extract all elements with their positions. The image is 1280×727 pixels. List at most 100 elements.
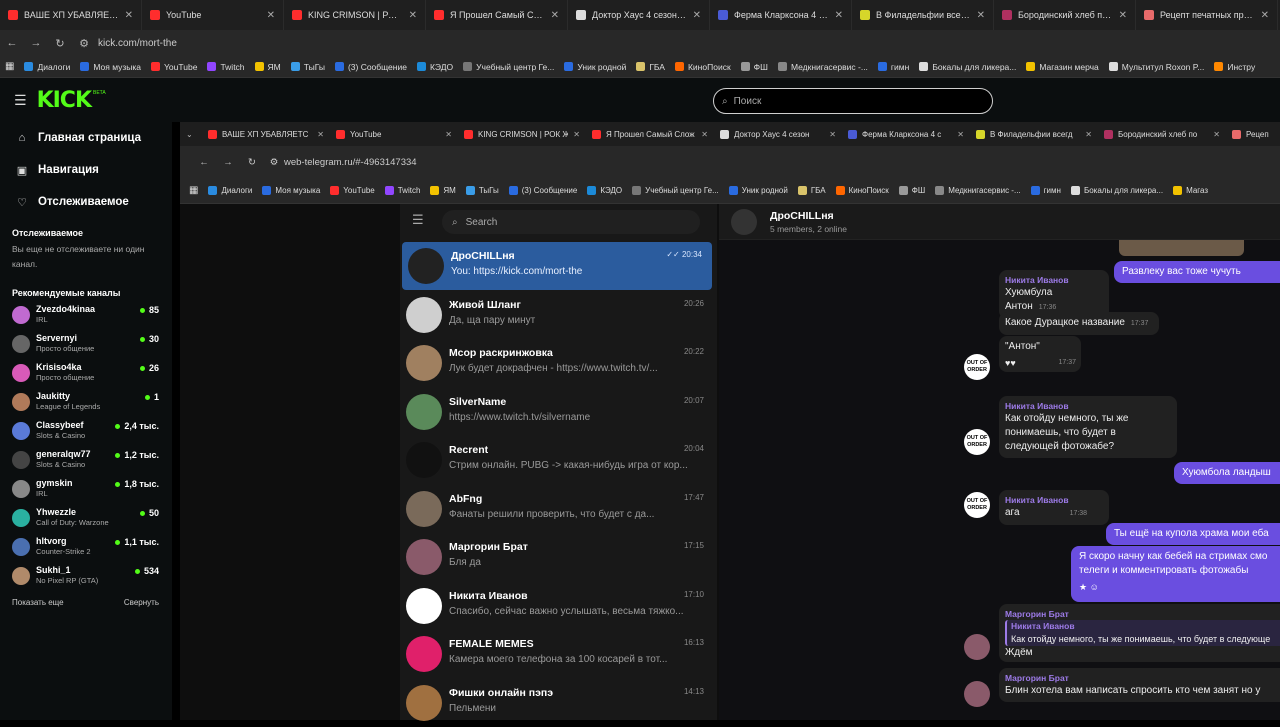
bookmark-item[interactable]: ФШ <box>894 186 930 195</box>
bookmark-item[interactable]: Диалоги <box>203 186 257 195</box>
chat-header[interactable]: ДроCHILLня 5 members, 2 online <box>719 204 1280 240</box>
browser-tab[interactable]: Доктор Хаус 4 сезон ✕ <box>714 122 842 146</box>
bookmark-item[interactable]: (3) Сообщение <box>330 62 412 72</box>
show-more-link[interactable]: Показать еще <box>12 598 64 607</box>
tab-close-icon[interactable]: ✕ <box>957 130 964 139</box>
sender-avatar[interactable] <box>964 634 990 660</box>
tab-close-icon[interactable]: ✕ <box>1213 130 1220 139</box>
browser-tab[interactable]: KING CRIMSON | РОК Ж ✕ <box>458 122 586 146</box>
address-bar[interactable]: kick.com/mort-the <box>98 38 177 49</box>
chat-list-item[interactable]: Маргорин Брат Бля да 17:15 <box>400 533 714 581</box>
chat-list-item[interactable]: Живой Шланг Да, ща пару минут 20:26 <box>400 291 714 339</box>
sender-avatar[interactable]: OUT OF ORDER <box>964 354 990 380</box>
recommended-channel[interactable]: hltvorg Counter-Strike 2 1,1 тыс. <box>0 532 172 561</box>
collapse-link[interactable]: Свернуть <box>124 598 159 607</box>
inner-site-info-icon[interactable]: ⚙ <box>264 157 284 168</box>
tab-close-icon[interactable]: ✕ <box>445 130 452 139</box>
incoming-message[interactable]: Маргорин Брат Никита Иванов Как отойду н… <box>999 604 1280 662</box>
tab-close-icon[interactable]: ✕ <box>1119 10 1127 21</box>
bookmark-item[interactable]: ФШ <box>736 62 773 72</box>
bookmark-item[interactable]: Диалоги <box>19 62 75 72</box>
chat-list-item[interactable]: AbFng Фанаты решили проверить, что будет … <box>400 485 714 533</box>
forward-icon[interactable]: → <box>24 37 48 49</box>
sidebar-nav-item[interactable]: ▣ Навигация <box>0 154 172 186</box>
tab-search-icon[interactable]: ⌄ <box>180 122 202 146</box>
recommended-channel[interactable]: gymskin IRL 1,8 тыс. <box>0 474 172 503</box>
chat-list-item[interactable]: Фишки онлайн пэпэ Пельмени 14:13 <box>400 679 714 727</box>
sender-avatar[interactable]: OUT OF ORDER <box>964 429 990 455</box>
tab-close-icon[interactable]: ✕ <box>1085 130 1092 139</box>
bookmark-item[interactable]: ТыГы <box>461 186 504 195</box>
bookmark-item[interactable]: ГБА <box>793 186 831 195</box>
tab-close-icon[interactable]: ✕ <box>1261 10 1269 21</box>
bookmark-item[interactable]: Медкнигасервис -... <box>773 62 873 72</box>
browser-tab[interactable]: YouTube ✕ <box>142 0 284 30</box>
inner-forward-icon[interactable]: → <box>216 157 240 168</box>
back-icon[interactable]: ← <box>0 37 24 49</box>
inner-address-bar[interactable]: web-telegram.ru/#-4963147334 <box>284 157 417 168</box>
recommended-channel[interactable]: generalqw77 Slots & Casino 1,2 тыс. <box>0 445 172 474</box>
chat-list-item[interactable]: Никита Иванов Спасибо, сейчас важно услыш… <box>400 582 714 630</box>
inner-apps-icon[interactable]: ▦ <box>180 185 203 196</box>
incoming-message[interactable]: Маргорин Брат Блин хотела вам написать с… <box>999 668 1280 702</box>
bookmark-item[interactable]: ТыГы <box>286 62 330 72</box>
incoming-message[interactable]: "Антон" ♥♥ 17:37 <box>999 336 1081 372</box>
recommended-channel[interactable]: Sukhi_1 No Pixel RP (GTA) 534 <box>0 561 172 590</box>
bookmark-item[interactable]: КиноПоиск <box>831 186 894 195</box>
chat-list-item[interactable]: Мсор раскринжовка Лук будет докрафчен - h… <box>400 339 714 387</box>
browser-tab[interactable]: В Филадельфии всегда с ✕ <box>852 0 994 30</box>
tab-close-icon[interactable]: ✕ <box>409 10 417 21</box>
browser-tab[interactable]: Ферма Кларксона 4 с ✕ <box>842 122 970 146</box>
sender-avatar[interactable] <box>964 681 990 707</box>
browser-tab[interactable]: В Филадельфии всегд ✕ <box>970 122 1098 146</box>
bookmark-item[interactable]: ЯМ <box>425 186 460 195</box>
bookmark-item[interactable]: Уник родной <box>724 186 793 195</box>
tab-close-icon[interactable]: ✕ <box>835 10 843 21</box>
outgoing-message[interactable]: Развлеку вас тоже чучуть <box>1114 261 1280 283</box>
recommended-channel[interactable]: Servernyi Просто общение 30 <box>0 329 172 358</box>
bookmark-item[interactable]: YouTube <box>325 186 379 195</box>
browser-tab[interactable]: ВАШЕ ХП УБАВЛЯЕТС ✕ <box>202 122 330 146</box>
sidebar-nav-item[interactable]: ♡ Отслеживаемое <box>0 186 172 218</box>
outgoing-message[interactable]: Ты ещё на купола храма мои еба <box>1106 523 1280 545</box>
bookmark-item[interactable]: Twitch <box>380 186 426 195</box>
bookmark-item[interactable]: Учебный центр Ге... <box>627 186 724 195</box>
bookmark-item[interactable]: YouTube <box>146 62 202 72</box>
bookmark-item[interactable]: (3) Сообщение <box>504 186 583 195</box>
inner-reload-icon[interactable]: ↻ <box>240 157 264 168</box>
bookmark-item[interactable]: КЭДО <box>412 62 458 72</box>
outgoing-message[interactable]: Хуюмбола ландыш <box>1174 462 1280 484</box>
browser-tab[interactable]: Доктор Хаус 4 сезон 13 ✕ <box>568 0 710 30</box>
bookmark-item[interactable]: Инстру <box>1209 62 1260 72</box>
recommended-channel[interactable]: Classybeef Slots & Casino 2,4 тыс. <box>0 416 172 445</box>
browser-tab[interactable]: KING CRIMSON | РОК Ж ✕ <box>284 0 426 30</box>
incoming-message[interactable]: Никита Иванов Как отойду немного, ты же … <box>999 396 1177 458</box>
browser-tab[interactable]: Я Прошел Самый Слож ✕ <box>586 122 714 146</box>
recommended-channel[interactable]: Zvezdo4kinaa IRL 85 <box>0 300 172 329</box>
tab-close-icon[interactable]: ✕ <box>573 130 580 139</box>
bookmark-item[interactable]: гимн <box>1026 186 1066 195</box>
bookmark-item[interactable]: Медкнигасервис -... <box>930 186 1025 195</box>
browser-tab[interactable]: Бородинский хлеб по ✕ <box>1098 122 1226 146</box>
bookmark-item[interactable]: Бокалы для ликера... <box>914 62 1021 72</box>
incoming-message[interactable]: Никита Иванов ага 17:38 <box>999 490 1109 525</box>
telegram-search-input[interactable]: ⌕ Search <box>442 210 700 234</box>
bookmark-item[interactable]: Twitch <box>202 62 249 72</box>
sender-avatar[interactable]: OUT OF ORDER <box>964 492 990 518</box>
chat-list-item[interactable]: SilverName https://www.twitch.tv/silverna… <box>400 388 714 436</box>
tab-close-icon[interactable]: ✕ <box>829 130 836 139</box>
sidebar-nav-item[interactable]: ⌂ Главная страница <box>0 122 172 154</box>
bookmark-item[interactable]: Магаз <box>1168 186 1213 195</box>
inner-back-icon[interactable]: ← <box>192 157 216 168</box>
tab-close-icon[interactable]: ✕ <box>977 10 985 21</box>
bookmark-item[interactable]: гимн <box>873 62 914 72</box>
tab-close-icon[interactable]: ✕ <box>693 10 701 21</box>
reload-icon[interactable]: ↻ <box>48 37 72 50</box>
site-info-icon[interactable]: ⚙ <box>72 37 96 50</box>
bookmark-item[interactable]: Мультитул Roxon P... <box>1104 62 1210 72</box>
bookmark-item[interactable]: Моя музыка <box>75 62 146 72</box>
browser-tab[interactable]: Бородинский хлеб по ГС ✕ <box>994 0 1136 30</box>
chat-list-item[interactable]: Recrent Стрим онлайн. PUBG -> какая-нибуд… <box>400 436 714 484</box>
bookmark-item[interactable]: ГБА <box>631 62 670 72</box>
bookmark-item[interactable]: Учебный центр Ге... <box>458 62 559 72</box>
